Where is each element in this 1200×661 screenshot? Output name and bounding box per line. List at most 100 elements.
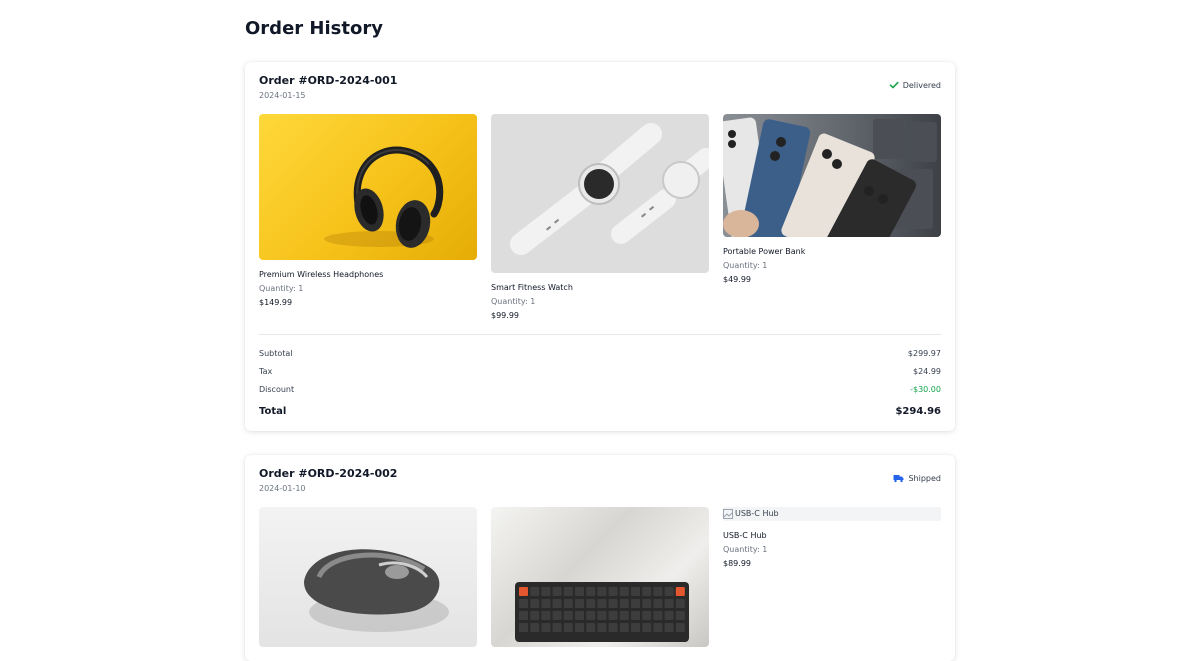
keyboard-key [664, 623, 674, 632]
status-badge: Delivered [889, 80, 941, 90]
item-name[interactable]: Premium Wireless Headphones [259, 270, 477, 279]
divider [259, 334, 941, 335]
subtotal-value: $299.97 [907, 349, 941, 358]
keyboard-key [530, 599, 540, 608]
keyboard-key [631, 587, 640, 596]
keyboard-key [642, 599, 652, 608]
keyboard-key [675, 599, 685, 608]
order-item[interactable]: Smart Fitness Watch Quantity: 1 $99.99 [491, 114, 709, 320]
keyboard-key [519, 611, 528, 620]
order-date: 2024-01-15 [259, 91, 306, 100]
item-price: $99.99 [491, 311, 519, 320]
keyboard-key [563, 623, 573, 632]
item-name[interactable]: Smart Fitness Watch [491, 283, 709, 292]
keyboard-key [597, 587, 607, 596]
mouse-photo [259, 507, 477, 647]
keyboard-key [575, 611, 584, 620]
tax-value: $24.99 [913, 367, 941, 376]
order-item[interactable] [259, 507, 477, 647]
keyboard-key [619, 587, 629, 596]
keyboard-photo [491, 507, 709, 647]
keyboard-key [575, 587, 584, 596]
keyboard-key [653, 611, 663, 620]
smartwatch-photo [491, 114, 709, 273]
item-quantity: Quantity: 1 [723, 545, 768, 554]
status-badge: Shipped [893, 473, 941, 483]
keyboard-key [653, 587, 663, 596]
order-item[interactable] [491, 507, 709, 647]
keyboard-key [586, 611, 596, 620]
order-id: Order #ORD-2024-002 [259, 467, 398, 480]
keyboard-key [664, 611, 674, 620]
keyboard-key [642, 611, 652, 620]
keyboard-key [530, 623, 540, 632]
keyboard-key [541, 611, 551, 620]
phones-photo [723, 114, 941, 237]
keyboard-key [563, 611, 573, 620]
keyboard-key [597, 611, 607, 620]
keyboard-key [597, 599, 607, 608]
order-item[interactable]: Premium Wireless Headphones Quantity: 1 … [259, 114, 477, 307]
order-item[interactable]: USB-C Hub USB-C Hub Quantity: 1 $89.99 [723, 507, 941, 568]
keyboard-key [642, 623, 652, 632]
keyboard-key [619, 611, 629, 620]
keyboard-key [597, 623, 607, 632]
keyboard-key [586, 587, 596, 596]
total-value: $294.96 [895, 406, 941, 417]
keyboard-key [619, 599, 629, 608]
order-card: Order #ORD-2024-001 2024-01-15 Delivered [245, 62, 955, 431]
keyboard-key [664, 599, 674, 608]
item-name[interactable]: USB-C Hub [723, 531, 941, 540]
item-price: $149.99 [259, 298, 293, 307]
order-history-page: Order History Order #ORD-2024-001 2024-0… [245, 0, 955, 661]
keyboard-key [664, 587, 674, 596]
keyboard-key [586, 623, 596, 632]
item-name[interactable]: Portable Power Bank [723, 247, 941, 256]
status-label: Shipped [908, 473, 941, 483]
keyboard-key [541, 587, 551, 596]
keyboard-key [586, 599, 596, 608]
keyboard-key [541, 623, 551, 632]
discount-label: Discount [259, 385, 295, 394]
status-label: Delivered [902, 80, 941, 90]
keyboard-key [608, 587, 618, 596]
check-icon [889, 80, 899, 90]
keyboard-key [563, 599, 573, 608]
order-card: Order #ORD-2024-002 2024-01-10 Shipped U… [245, 455, 955, 661]
page-title: Order History [245, 18, 383, 39]
image-alt-text: USB-C Hub [735, 509, 779, 518]
keyboard-key [552, 623, 562, 632]
keyboard-key [552, 611, 562, 620]
keyboard-key [519, 623, 528, 632]
keyboard-key [519, 599, 528, 608]
total-label: Total [259, 406, 287, 417]
item-quantity: Quantity: 1 [491, 297, 536, 306]
keyboard-key [552, 587, 562, 596]
order-item[interactable]: Portable Power Bank Quantity: 1 $49.99 [723, 114, 941, 284]
keyboard-key [675, 623, 685, 632]
keyboard-key [675, 611, 685, 620]
keyboard-key [530, 611, 540, 620]
order-id: Order #ORD-2024-001 [259, 74, 398, 87]
item-quantity: Quantity: 1 [723, 261, 768, 270]
keyboard-key [631, 623, 640, 632]
keyboard-key [631, 599, 640, 608]
keyboard-key [653, 623, 663, 632]
tax-label: Tax [259, 367, 273, 376]
keyboard-key [608, 599, 618, 608]
truck-icon [893, 473, 904, 483]
keyboard-key [519, 587, 528, 596]
keyboard-key [575, 623, 584, 632]
headphones-photo [259, 114, 477, 260]
keyboard-key [608, 623, 618, 632]
keyboard-key [563, 587, 573, 596]
keyboard-key [642, 587, 652, 596]
order-date: 2024-01-10 [259, 484, 306, 493]
keyboard-key [608, 611, 618, 620]
discount-value: -$30.00 [910, 385, 941, 394]
keyboard-key [653, 599, 663, 608]
order-summary: Subtotal $299.97 Tax $24.99 Discount -$30.0… [259, 349, 941, 417]
broken-image-icon: USB-C Hub [723, 507, 941, 521]
item-price: $89.99 [723, 559, 751, 568]
keyboard-key [631, 611, 640, 620]
